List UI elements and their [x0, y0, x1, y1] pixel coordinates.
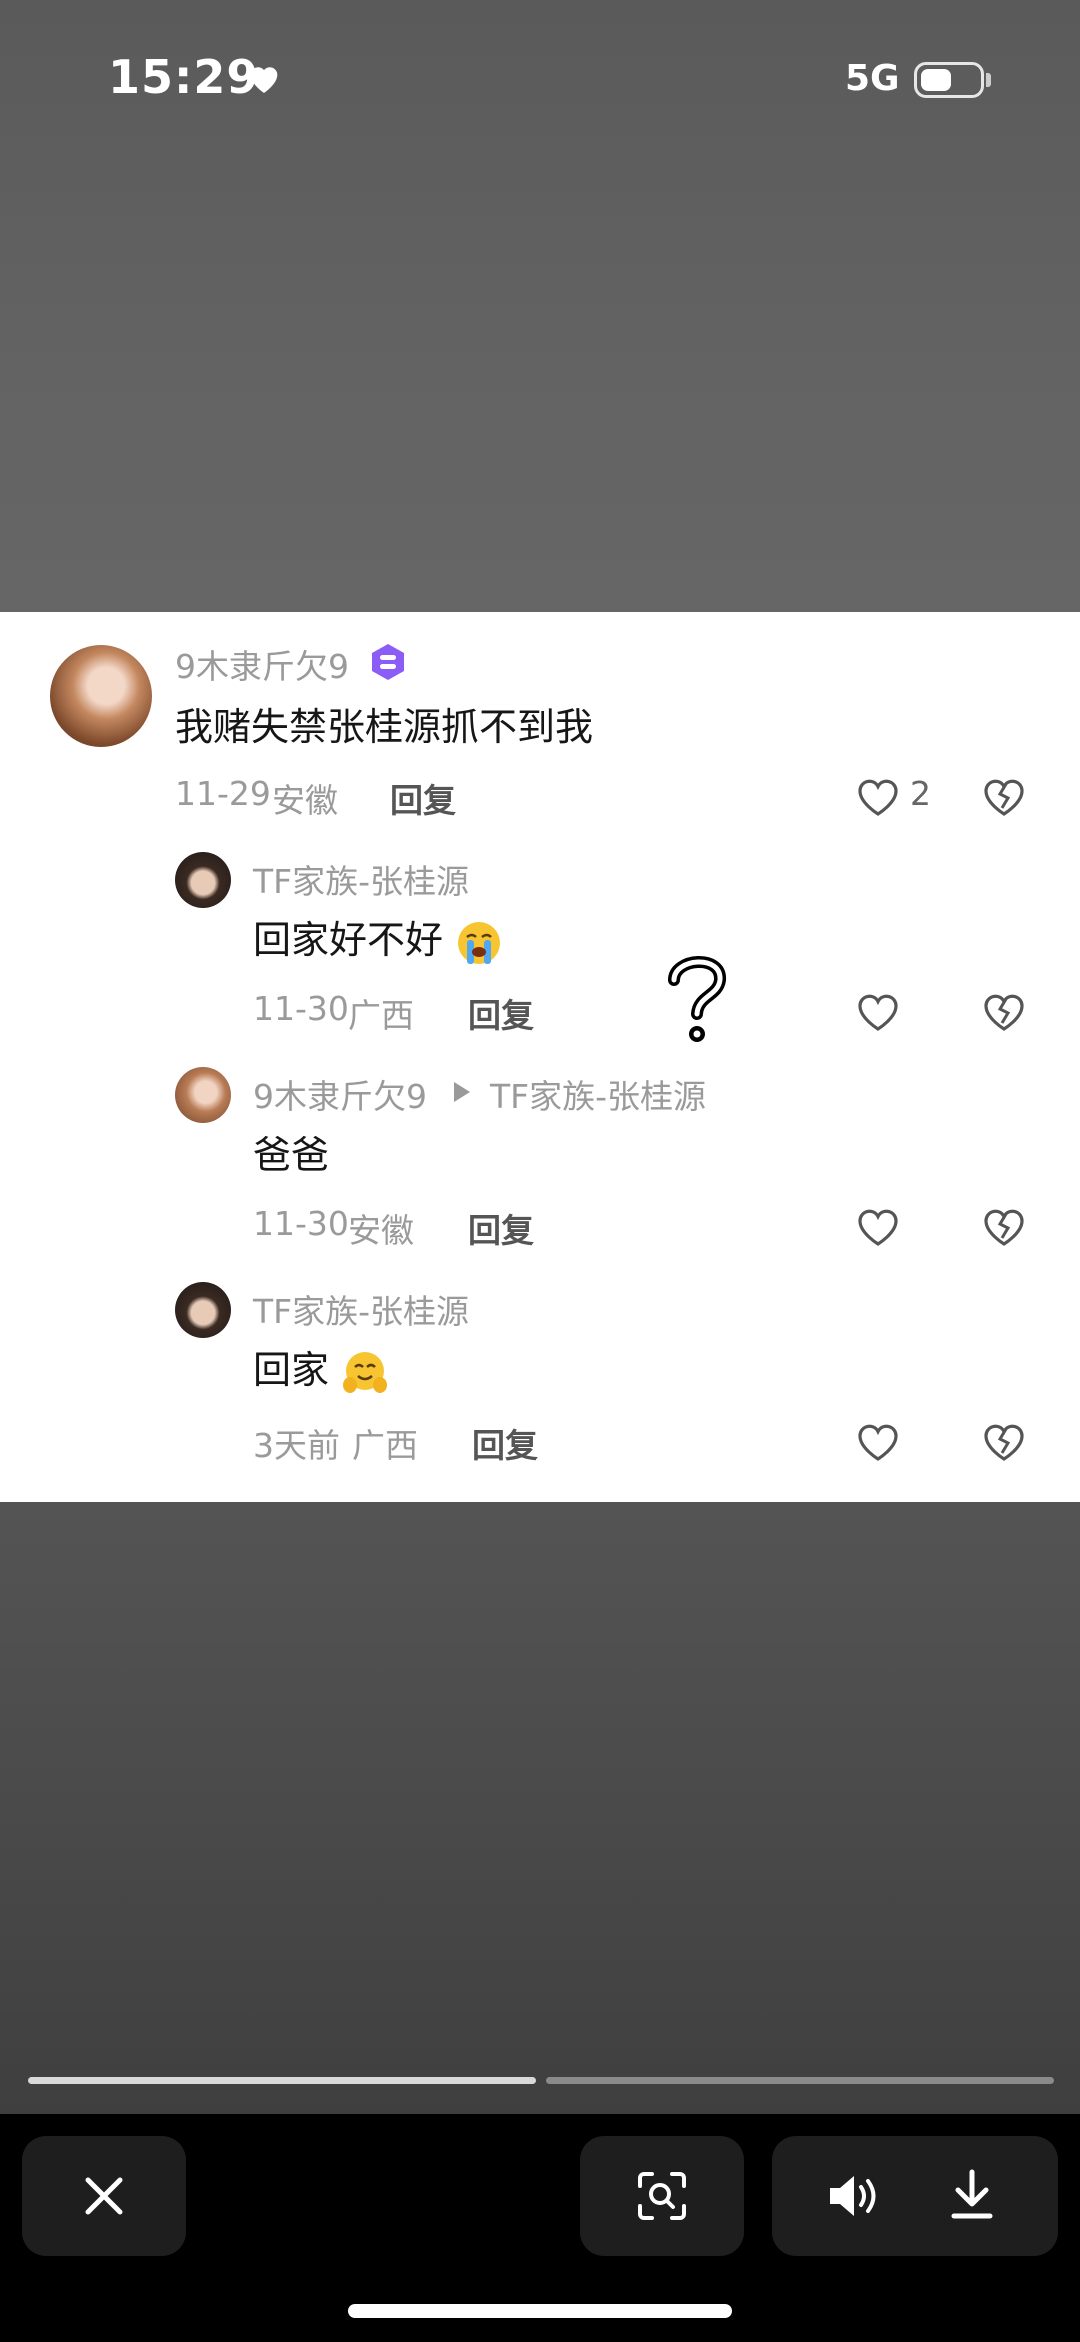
close-button[interactable]	[22, 2136, 186, 2256]
progress-segment-2	[546, 2077, 1054, 2084]
reply-item: TF家族-张桂源 回家 3天前 广西 回复	[0, 1257, 1080, 1472]
reply-button[interactable]: 回复	[468, 989, 534, 1037]
comment-date: 3天前	[253, 1426, 340, 1465]
reply-button[interactable]: 回复	[472, 1419, 538, 1467]
reply-to-username[interactable]: TF家族-张桂源	[490, 1070, 706, 1118]
comment-text: 爸爸	[253, 1133, 330, 1177]
progress-segment-1	[28, 2077, 536, 2084]
crying-face-icon	[458, 921, 501, 964]
avatar[interactable]	[175, 1067, 231, 1123]
volume-icon[interactable]	[826, 2172, 880, 2220]
comment-text: 我赌失禁张桂源抓不到我	[175, 705, 594, 749]
comment-location: 安徽	[272, 781, 338, 820]
comment-username[interactable]: 9木隶斤欠9	[253, 1070, 427, 1118]
comment-text-row: 回家	[253, 1339, 389, 1397]
comment-username[interactable]: 9木隶斤欠9	[175, 640, 349, 688]
reply-item: 9木隶斤欠9 TF家族-张桂源 爸爸 11-30 安徽 回复	[0, 1042, 1080, 1257]
download-icon[interactable]	[948, 2168, 996, 2222]
close-icon	[85, 2177, 123, 2215]
status-bar: 15:29 5G	[0, 0, 1080, 160]
comment-text-row: 回家好不好	[253, 909, 503, 967]
comment-text: 回家	[253, 1348, 330, 1392]
level-badge-icon	[372, 644, 404, 680]
comment-text: 回家好不好	[253, 918, 444, 962]
heart-status-icon	[250, 67, 278, 93]
comment-location: 广西	[352, 1426, 418, 1465]
avatar[interactable]	[50, 645, 152, 747]
image-search-button[interactable]	[580, 2136, 744, 2256]
reply-button[interactable]: 回复	[468, 1204, 534, 1252]
avatar[interactable]	[175, 1282, 231, 1338]
comment-username[interactable]: TF家族-张桂源	[253, 855, 469, 903]
comment-username[interactable]: TF家族-张桂源	[253, 1285, 469, 1333]
like-count: 2	[910, 774, 931, 813]
background-bottom	[0, 1502, 1080, 2114]
dislike-icon[interactable]	[980, 989, 1028, 1033]
dislike-icon[interactable]	[980, 1204, 1028, 1248]
question-mark-annotation	[668, 956, 726, 1042]
reply-button[interactable]: 回复	[390, 774, 456, 822]
like-icon[interactable]	[854, 1204, 902, 1248]
battery-tip	[986, 73, 991, 87]
avatar[interactable]	[175, 852, 231, 908]
comment-screenshot-card: 9木隶斤欠9 我赌失禁张桂源抓不到我 11-29 安徽 回复 2 TF家族-张桂…	[0, 612, 1080, 1502]
like-icon[interactable]	[854, 774, 902, 818]
reply-item: TF家族-张桂源 回家好不好 11-30 广西 回复	[0, 827, 1080, 1042]
comment-location: 安徽	[348, 1211, 414, 1250]
comment-date: 11-30	[253, 989, 349, 1028]
comment-item: 9木隶斤欠9 我赌失禁张桂源抓不到我 11-29 安徽 回复 2	[0, 612, 1080, 832]
reply-arrow-icon	[454, 1082, 470, 1102]
media-actions-group	[772, 2136, 1058, 2256]
like-icon[interactable]	[854, 1419, 902, 1463]
comment-date: 11-29	[175, 774, 271, 813]
like-icon[interactable]	[854, 989, 902, 1033]
scan-search-icon	[638, 2172, 686, 2220]
hugging-face-icon	[343, 1351, 388, 1393]
dislike-icon[interactable]	[980, 1419, 1028, 1463]
network-type: 5G	[845, 58, 900, 99]
comment-date: 11-30	[253, 1204, 349, 1243]
dislike-icon[interactable]	[980, 774, 1028, 818]
battery-icon	[914, 62, 984, 98]
comment-location: 广西	[348, 996, 414, 1035]
status-time: 15:29	[108, 50, 260, 104]
home-indicator[interactable]	[348, 2304, 732, 2318]
